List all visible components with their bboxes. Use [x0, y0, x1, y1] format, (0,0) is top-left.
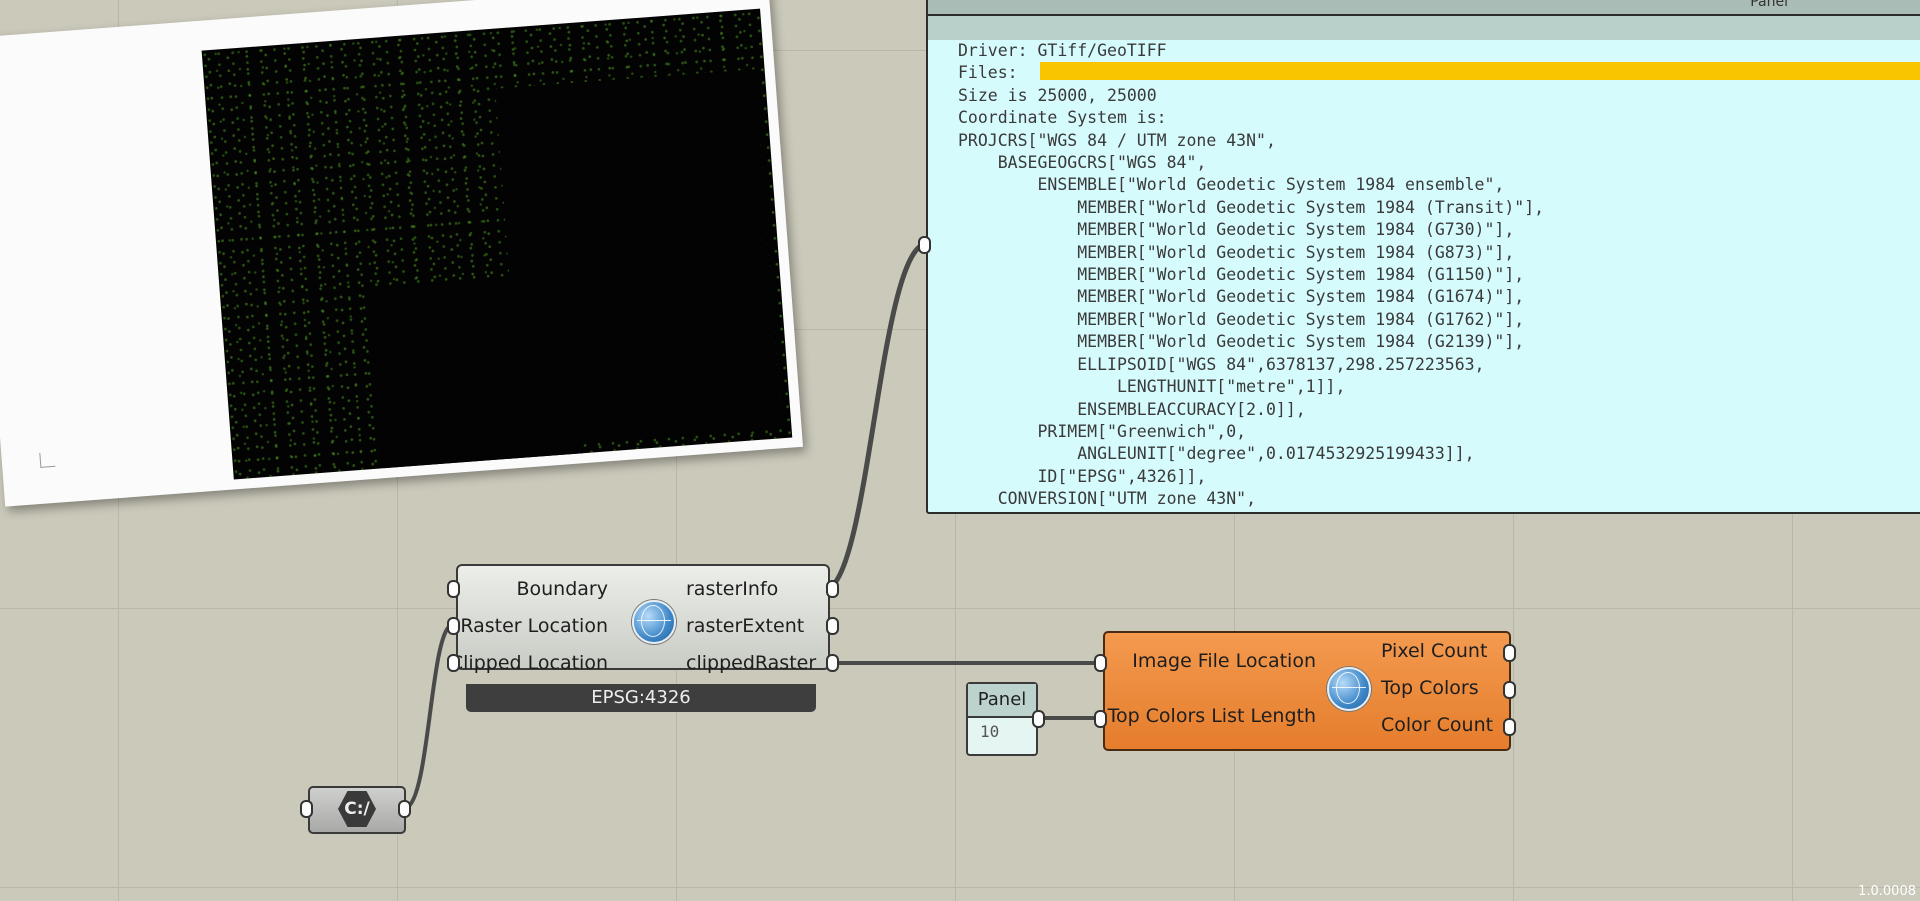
version-label: 1.0.0008	[1858, 884, 1916, 899]
color-analysis-component[interactable]: Image File Location Top Colors List Leng…	[1103, 631, 1511, 751]
port-image-file-location[interactable]	[1094, 654, 1107, 672]
file-path-icon: C:/	[338, 791, 376, 827]
files-highlight	[1040, 62, 1920, 80]
axis-icon	[39, 451, 56, 468]
port-clipped-location[interactable]	[447, 654, 460, 672]
wire-path-to-rasterlocation	[404, 623, 454, 810]
output-color-count: Color Count	[1381, 714, 1494, 736]
port-top-colors[interactable]	[1503, 681, 1516, 699]
output-pixel-count: Pixel Count	[1381, 640, 1488, 662]
input-boundary: Boundary	[516, 578, 608, 600]
output-top-colors: Top Colors	[1381, 677, 1479, 699]
port-raster-location[interactable]	[447, 617, 460, 635]
panel-text[interactable]: Driver: GTiff/GeoTIFF Files: Size is 250…	[928, 40, 1920, 511]
panel-subheader	[928, 16, 1920, 40]
input-image-file-location: Image File Location	[1132, 650, 1316, 672]
number-panel[interactable]: Panel 10	[966, 682, 1038, 756]
globe-icon	[632, 600, 676, 644]
output-clippedraster: clippedRaster	[686, 652, 817, 674]
port-pixel-count[interactable]	[1503, 644, 1516, 662]
output-rasterinfo: rasterInfo	[686, 578, 779, 600]
panel-header: Panel	[928, 0, 1920, 16]
number-panel-value[interactable]: 10	[968, 718, 1036, 741]
image-preview-card	[0, 0, 803, 507]
port-file-path-input[interactable]	[300, 800, 313, 818]
wire-rasterinfo-to-panel	[828, 241, 926, 591]
port-file-path-output[interactable]	[398, 800, 411, 818]
port-number-panel-output[interactable]	[1032, 710, 1045, 728]
raster-component[interactable]: Boundary Raster Location Clipped Locatio…	[450, 564, 830, 674]
input-top-colors-list-length: Top Colors List Length	[1107, 705, 1316, 727]
raster-image	[201, 8, 793, 480]
port-rasterinfo[interactable]	[826, 580, 839, 598]
port-top-colors-list-length[interactable]	[1094, 710, 1107, 728]
globe-icon	[1327, 667, 1371, 711]
panel-title: Panel	[1750, 0, 1788, 10]
port-boundary[interactable]	[447, 580, 460, 598]
info-panel[interactable]: Panel Driver: GTiff/GeoTIFF Files: Size …	[926, 0, 1920, 514]
raster-component-footer: EPSG:4326	[466, 684, 816, 712]
input-raster-location: Raster Location	[460, 615, 608, 637]
panel-input-port[interactable]	[918, 236, 931, 254]
file-path-component[interactable]: C:/	[308, 786, 406, 834]
port-clippedraster[interactable]	[826, 654, 839, 672]
number-panel-title: Panel	[968, 684, 1036, 718]
output-rasterextent: rasterExtent	[686, 615, 805, 637]
port-rasterextent[interactable]	[826, 617, 839, 635]
input-clipped-location: Clipped Location	[449, 652, 608, 674]
port-color-count[interactable]	[1503, 718, 1516, 736]
